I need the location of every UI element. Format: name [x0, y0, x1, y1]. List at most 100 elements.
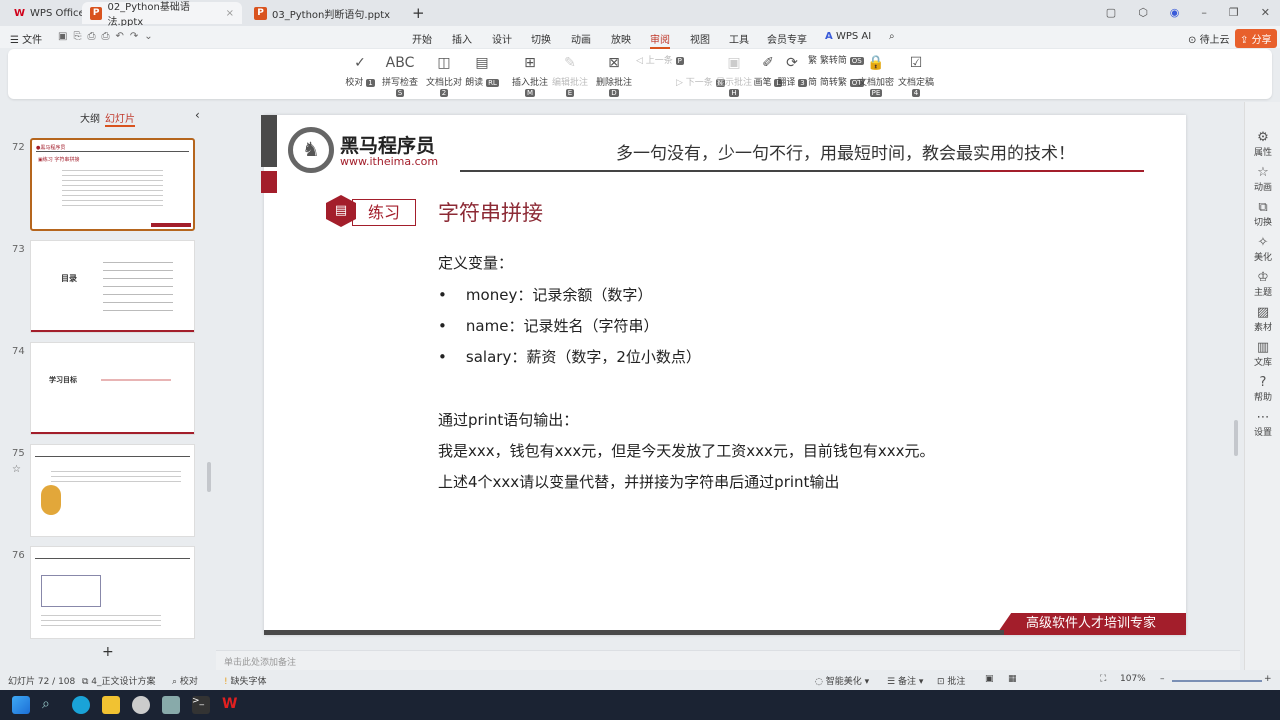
sidebar-item-1[interactable]: ☆ 动画 [1245, 165, 1280, 193]
ribbon-button-m[interactable]: ⊞ 插入批注 M [508, 55, 552, 98]
star-icon[interactable]: ☆ [12, 464, 21, 475]
restore-button[interactable]: ❐ [1229, 6, 1239, 19]
ribbon-button-4[interactable]: ☑ 文档定稿 4 [894, 55, 938, 98]
app-icon[interactable] [162, 696, 180, 714]
new-tab-button[interactable]: + [404, 2, 433, 24]
beautify-button[interactable]: ◌ 智能美化 ▾ [815, 674, 869, 687]
sorter-view-icon[interactable]: ▦ [1008, 674, 1017, 684]
tab-slides[interactable]: 幻灯片 [105, 110, 135, 127]
ribbon-button-e[interactable]: ✎ 编辑批注 E [548, 55, 592, 98]
search-icon[interactable]: ⌕ [889, 31, 895, 42]
sidebar-item-4[interactable]: ♔ 主题 [1245, 270, 1280, 298]
sidebar-item-5[interactable]: ▨ 素材 [1245, 305, 1280, 333]
ribbon-label: 翻译 [777, 78, 796, 88]
pptx-icon: P [254, 6, 267, 20]
fit-icon[interactable]: ⛶ [1100, 674, 1106, 684]
notes-toggle[interactable]: ☰ 备注 ▾ [887, 674, 923, 687]
search-icon[interactable]: ⌕ [42, 696, 60, 714]
sidebar-item-3[interactable]: ✧ 美化 [1245, 235, 1280, 263]
menu-start[interactable]: 开始 [412, 31, 432, 46]
ai-label: WPS AI [835, 31, 872, 42]
close-icon[interactable]: × [226, 8, 234, 19]
proof-button[interactable]: ⌕ 校对 [172, 674, 198, 687]
ribbon-button-1[interactable]: ✓ 校对 1 [338, 55, 382, 88]
shortcut-key: RL [486, 79, 499, 87]
zoom-slider[interactable] [1172, 680, 1262, 682]
menu-slideshow[interactable]: 放映 [611, 31, 631, 46]
slide-thumb-76[interactable] [30, 546, 195, 639]
sidebar-item-6[interactable]: ▥ 文库 [1245, 340, 1280, 368]
start-icon[interactable] [12, 696, 30, 714]
clock-icon[interactable] [132, 696, 150, 714]
file-menu[interactable]: ☰ 文件 [10, 31, 42, 46]
ribbon-label: 简 简转繁 [808, 78, 847, 88]
ribbon-button-s[interactable]: ABC 拼写检查 S [378, 55, 422, 98]
ribbon-label: 删除批注 [595, 78, 632, 88]
wps-ai-button[interactable]: A WPS AI [825, 31, 871, 42]
ribbon-button-p[interactable]: ◁ 上一条 P [636, 53, 696, 66]
menu-animation[interactable]: 动画 [571, 31, 591, 46]
missing-font-button[interactable]: ! 缺失字体 [224, 674, 267, 687]
minimize-button[interactable]: – [1201, 6, 1207, 19]
ribbon-label: ◁ 上一条 [636, 56, 673, 66]
ribbon-label: 校对 [345, 78, 364, 88]
panel-scrollbar[interactable] [207, 462, 211, 492]
theme-button[interactable]: ⧉ 4_正文设计方案 [82, 674, 156, 687]
tab-doc-03[interactable]: P 03_Python判断语句.pptx [246, 2, 398, 24]
monkey-image [41, 485, 61, 515]
shortcut-key: M [524, 89, 536, 97]
skin-icon[interactable]: ⬡ [1138, 6, 1148, 19]
terminal-icon[interactable]: >_ [192, 696, 210, 714]
sidebar-item-0[interactable]: ⚙ 属性 [1245, 130, 1280, 158]
menu-member[interactable]: 会员专享 [767, 31, 807, 46]
tab-label: WPS Office [30, 7, 85, 19]
slide-canvas[interactable]: ♞ 黑马程序员 www.itheima.com 多一句没有，少一句不行，用最短时… [261, 115, 1186, 635]
sidebar-item-2[interactable]: ⧉ 切换 [1245, 200, 1280, 228]
ribbon-button-d[interactable]: ⊠ 删除批注 D [592, 55, 636, 98]
sidebar-item-7[interactable]: ? 帮助 [1245, 375, 1280, 403]
tab-doc-02[interactable]: P 02_Python基础语法.pptx × [82, 2, 242, 28]
edge-icon[interactable] [72, 696, 90, 714]
editor-scrollbar[interactable] [1234, 420, 1238, 456]
explorer-icon[interactable] [102, 696, 120, 714]
slide-thumb-74[interactable]: 学习目标 [30, 342, 195, 435]
collapse-panel-icon[interactable]: ‹ [195, 108, 200, 122]
ribbon-button-pe[interactable]: 🔒 文档加密 PE [854, 55, 898, 98]
slide-thumb-75[interactable] [30, 444, 195, 537]
comments-toggle[interactable]: ⊡ 批注 [937, 674, 965, 687]
sidebar-icon: ☆ [1257, 165, 1269, 180]
window-icon[interactable]: ▢ [1106, 6, 1116, 19]
sidebar-label: 属性 [1253, 148, 1272, 158]
zoom-out-button[interactable]: – [1160, 674, 1165, 684]
menu-transition[interactable]: 切换 [531, 31, 551, 46]
sidebar-label: 切换 [1253, 218, 1272, 228]
menu-review[interactable]: 审阅 [650, 31, 670, 49]
ribbon-icon: ▤ [475, 55, 489, 71]
quick-access-toolbar[interactable]: ▣⎘⎙⎙↶↷⌄ [58, 31, 159, 42]
cloud-button[interactable]: ⊙ 待上云 [1188, 31, 1230, 46]
menu-design[interactable]: 设计 [492, 31, 512, 46]
notes-input[interactable]: 单击此处添加备注 [216, 650, 1240, 670]
proof-label: 校对 [179, 677, 198, 687]
sidebar-label: 美化 [1253, 253, 1272, 263]
shortcut-key: H [729, 89, 739, 97]
normal-view-icon[interactable]: ▣ [985, 674, 994, 684]
wps-icon[interactable]: W [222, 696, 240, 714]
close-window-button[interactable]: ✕ [1261, 6, 1270, 19]
menu-tools[interactable]: 工具 [729, 31, 749, 46]
sidebar-label: 主题 [1253, 288, 1272, 298]
add-slide-button[interactable]: + [102, 644, 114, 660]
tab-outline[interactable]: 大纲 [80, 110, 100, 125]
share-button[interactable]: ⇪ 分享 [1235, 29, 1277, 48]
zoom-level[interactable]: 107% [1120, 674, 1146, 684]
right-sidebar: ⚙ 属性 ☆ 动画 ⧉ 切换 ✧ 美化 ♔ 主题 ▨ 素材 ▥ 文库 ? 帮助 ⋯ 设置 [1244, 102, 1280, 670]
ribbon-button-rl[interactable]: ▤ 朗读 RL [460, 55, 504, 88]
zoom-in-button[interactable]: + [1264, 674, 1272, 684]
sidebar-item-8[interactable]: ⋯ 设置 [1245, 410, 1280, 438]
account-icon[interactable]: ◉ [1170, 6, 1180, 19]
menu-insert[interactable]: 插入 [452, 31, 472, 46]
slide-thumb-72[interactable]: ●黑马程序员 ▣练习 字符串拼接 [30, 138, 195, 231]
menu-view[interactable]: 视图 [690, 31, 710, 46]
slide-thumb-73[interactable]: 目录 [30, 240, 195, 333]
tab-wps-home[interactable]: W WPS Office [6, 2, 93, 24]
